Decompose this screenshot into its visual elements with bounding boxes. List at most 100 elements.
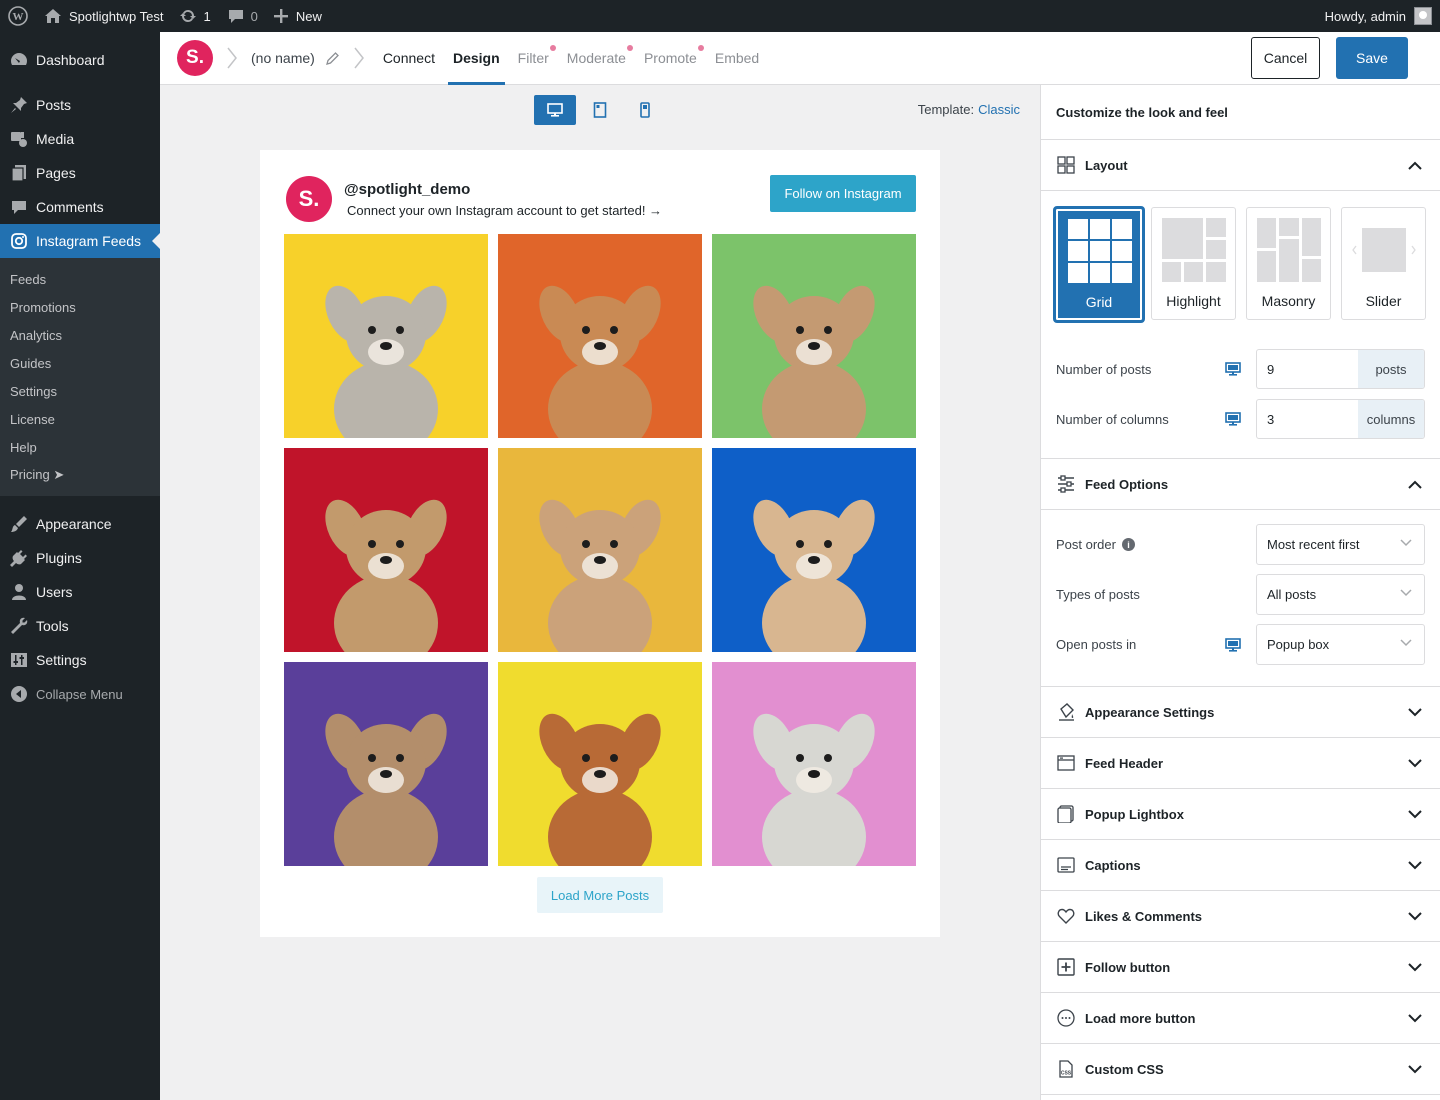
feed-bio: Connect your own Instagram account to ge… — [347, 203, 663, 218]
section-feed-options-header[interactable]: Feed Options — [1041, 459, 1440, 510]
number-of-columns-value: 3 — [1267, 411, 1275, 427]
info-icon[interactable]: i — [1121, 538, 1135, 551]
feed-name-editor[interactable]: (no name) — [251, 50, 340, 66]
layout-option-masonry[interactable]: Masonry — [1246, 207, 1331, 320]
post-tile[interactable] — [498, 662, 702, 866]
tab-label: Design — [452, 50, 500, 66]
submenu-promotions[interactable]: Promotions — [0, 293, 160, 321]
comments-link[interactable]: 0 — [219, 0, 266, 32]
breadcrumb-chevron-icon — [354, 47, 364, 69]
number-of-columns-input[interactable]: 3 columns — [1256, 399, 1425, 439]
section-label: Captions — [1085, 857, 1141, 873]
number-of-posts-input[interactable]: 9 posts — [1256, 349, 1425, 389]
menu-tools[interactable]: Tools — [0, 609, 160, 643]
tablet-device-button[interactable] — [579, 95, 621, 125]
section-feed-header-header[interactable]: Feed Header — [1041, 738, 1440, 789]
tab-label: Promote — [643, 50, 697, 66]
load-more-button[interactable]: Load More Posts — [537, 877, 663, 913]
chevron-down-icon — [1400, 639, 1412, 647]
desktop-icon[interactable] — [1224, 636, 1242, 654]
pencil-icon[interactable] — [325, 51, 340, 66]
post-order-value: Most recent first — [1267, 537, 1360, 552]
section-layout-header[interactable]: Layout — [1041, 140, 1440, 191]
menu-dashboard[interactable]: Dashboard — [0, 43, 160, 77]
feed-options-section-body: Post order i Most recent first Types of p… — [1041, 510, 1440, 687]
tab-filter[interactable]: Filter — [513, 32, 556, 85]
tab-label: Connect — [382, 50, 435, 66]
menu-media[interactable]: Media — [0, 122, 160, 156]
submenu-license[interactable]: License — [0, 405, 160, 433]
submenu-settings[interactable]: Settings — [0, 377, 160, 405]
site-name-link[interactable]: Spotlightwp Test — [36, 0, 171, 32]
phone-device-button[interactable] — [624, 95, 666, 125]
panel-title: Customize the look and feel — [1041, 85, 1440, 140]
submenu-pricing[interactable]: Pricing ➤ — [0, 461, 160, 489]
account-menu[interactable]: Howdy, admin — [1325, 7, 1440, 25]
submenu-help[interactable]: Help — [0, 433, 160, 461]
menu-comments[interactable]: Comments — [0, 190, 160, 224]
desktop-device-button[interactable] — [534, 95, 576, 125]
layout-option-slider[interactable]: Slider — [1341, 207, 1426, 320]
post-tile[interactable] — [284, 662, 488, 866]
menu-settings[interactable]: Settings — [0, 643, 160, 677]
menu-posts[interactable]: Posts — [0, 88, 160, 122]
number-of-posts-row: Number of posts 9 posts — [1056, 349, 1425, 389]
menu-appearance[interactable]: Appearance — [0, 507, 160, 541]
template-selector[interactable]: Template: Classic — [918, 102, 1020, 117]
tab-embed[interactable]: Embed — [710, 32, 764, 85]
open-posts-in-select[interactable]: Popup box — [1256, 624, 1425, 665]
post-tile[interactable] — [498, 448, 702, 652]
section-captions-header[interactable]: Captions — [1041, 840, 1440, 891]
section-follow-button-header[interactable]: Follow button — [1041, 942, 1440, 993]
post-tile[interactable] — [712, 662, 916, 866]
cancel-button[interactable]: Cancel — [1251, 37, 1320, 79]
new-content-link[interactable]: New — [266, 0, 330, 32]
post-tile[interactable] — [712, 448, 916, 652]
save-button[interactable]: Save — [1336, 37, 1408, 79]
tab-promote[interactable]: Promote — [639, 32, 704, 85]
post-tile[interactable] — [498, 234, 702, 438]
menu-pages[interactable]: Pages — [0, 156, 160, 190]
section-popup-lightbox-header[interactable]: Popup Lightbox — [1041, 789, 1440, 840]
submenu-feeds[interactable]: Feeds — [0, 265, 160, 293]
desktop-icon[interactable] — [1224, 410, 1242, 428]
options-sliders-icon — [1056, 474, 1076, 494]
post-order-select[interactable]: Most recent first — [1256, 524, 1425, 565]
wordpress-logo-icon[interactable]: W — [0, 0, 36, 32]
types-of-posts-select[interactable]: All posts — [1256, 574, 1425, 615]
desktop-icon[interactable] — [1224, 360, 1242, 378]
menu-users[interactable]: Users — [0, 575, 160, 609]
number-of-columns-label: Number of columns — [1056, 411, 1169, 427]
home-icon — [44, 8, 62, 24]
tab-connect[interactable]: Connect — [378, 32, 440, 85]
section-likes-comments-header[interactable]: Likes & Comments — [1041, 891, 1440, 942]
updates-link[interactable]: 1 — [171, 0, 218, 32]
template-value-link[interactable]: Classic — [978, 102, 1020, 117]
number-of-posts-label: Number of posts — [1056, 361, 1152, 377]
section-appearance-settings-header[interactable]: Appearance Settings — [1041, 687, 1440, 738]
dog-photo-image — [712, 448, 916, 652]
menu-instagram-feeds[interactable]: Instagram Feeds — [0, 224, 160, 258]
layout-option-highlight[interactable]: Highlight — [1151, 207, 1236, 320]
submenu-guides[interactable]: Guides — [0, 349, 160, 377]
section-custom-css-header[interactable]: CSS Custom CSS — [1041, 1044, 1440, 1095]
collapse-menu-button[interactable]: Collapse Menu — [0, 677, 160, 711]
tab-design[interactable]: Design — [447, 32, 505, 85]
dog-photo-image — [284, 662, 488, 866]
submenu-analytics[interactable]: Analytics — [0, 321, 160, 349]
tab-label: Embed — [714, 50, 760, 66]
menu-label: Appearance — [36, 516, 112, 532]
dog-photo-image — [284, 234, 488, 438]
section-load-more-button-header[interactable]: Load more button — [1041, 993, 1440, 1044]
tab-moderate[interactable]: Moderate — [562, 32, 633, 85]
post-tile[interactable] — [284, 234, 488, 438]
pin-icon — [9, 95, 29, 115]
follow-button[interactable]: Follow on Instagram — [770, 175, 916, 212]
menu-plugins[interactable]: Plugins — [0, 541, 160, 575]
post-tile[interactable] — [712, 234, 916, 438]
layout-option-grid[interactable]: Grid — [1054, 207, 1144, 322]
masonry-layout-icon — [1257, 218, 1321, 282]
template-label: Template: — [917, 102, 975, 117]
post-tile[interactable] — [284, 448, 488, 652]
wrench-icon — [9, 616, 29, 636]
